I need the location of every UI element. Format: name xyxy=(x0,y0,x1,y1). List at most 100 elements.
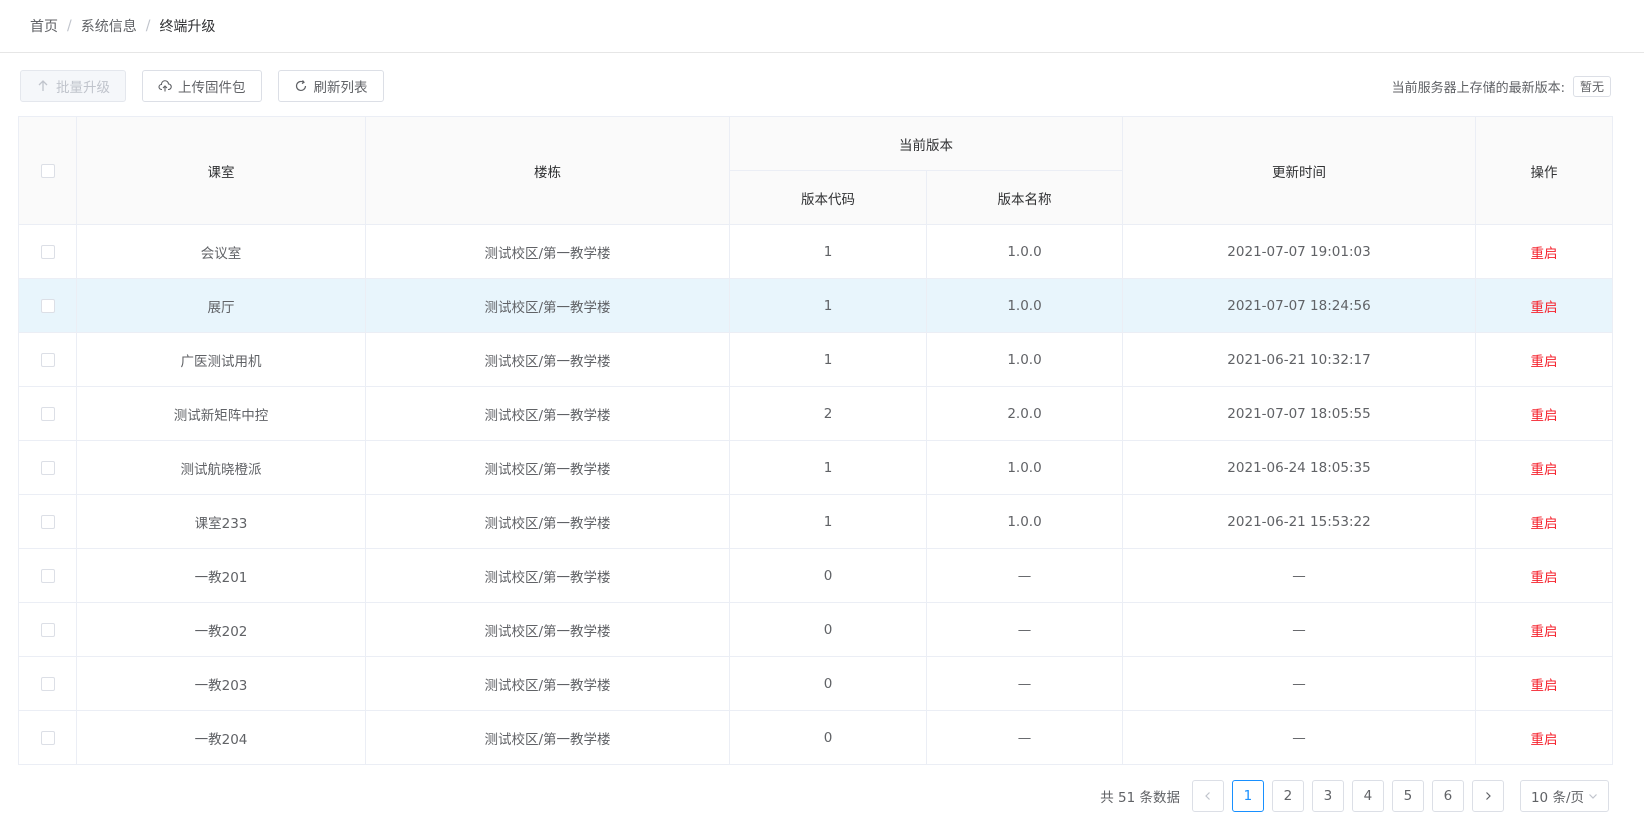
batch-upgrade-button[interactable]: 批量升级 xyxy=(20,70,126,102)
row-select-cell xyxy=(18,224,77,279)
row-select-cell xyxy=(18,656,77,711)
cell-classroom: 一教202 xyxy=(76,602,366,657)
cell-version-code: 0 xyxy=(729,710,927,765)
header-version-name: 版本名称 xyxy=(926,170,1123,225)
cell-classroom: 课室233 xyxy=(76,494,366,549)
next-page-button[interactable] xyxy=(1471,780,1504,812)
server-version-tag: 暂无 xyxy=(1572,76,1611,97)
cell-building: 测试校区/第一教学楼 xyxy=(365,332,730,387)
row-checkbox[interactable] xyxy=(40,568,55,583)
breadcrumb-system-info[interactable]: 系统信息 xyxy=(81,16,137,36)
cell-classroom: 一教204 xyxy=(76,710,366,765)
restart-link[interactable]: 重启 xyxy=(1531,624,1558,640)
cloud-upload-icon xyxy=(158,80,172,92)
row-select-cell xyxy=(18,386,77,441)
actions-cell: 重启 xyxy=(1475,224,1613,279)
page-button-6[interactable]: 6 xyxy=(1431,780,1464,812)
row-checkbox[interactable] xyxy=(40,244,55,259)
cell-building: 测试校区/第一教学楼 xyxy=(365,278,730,333)
cell-classroom: 测试新矩阵中控 xyxy=(76,386,366,441)
cell-building: 测试校区/第一教学楼 xyxy=(365,386,730,441)
actions-cell: 重启 xyxy=(1475,710,1613,765)
cell-version-code: 2 xyxy=(729,386,927,441)
cell-version-name: 1.0.0 xyxy=(926,494,1123,549)
batch-upgrade-label: 批量升级 xyxy=(56,80,110,96)
actions-cell: 重启 xyxy=(1475,278,1613,333)
table-row: 一教202 测试校区/第一教学楼 0 — — 重启 xyxy=(18,602,1613,657)
prev-page-button[interactable] xyxy=(1191,780,1224,812)
cell-building: 测试校区/第一教学楼 xyxy=(365,440,730,495)
header-version-code: 版本代码 xyxy=(729,170,927,225)
row-checkbox[interactable] xyxy=(40,352,55,367)
restart-link[interactable]: 重启 xyxy=(1531,354,1558,370)
row-checkbox[interactable] xyxy=(40,298,55,313)
row-select-cell xyxy=(18,710,77,765)
cell-classroom: 会议室 xyxy=(76,224,366,279)
cell-version-code: 0 xyxy=(729,548,927,603)
breadcrumb-home[interactable]: 首页 xyxy=(30,16,58,36)
server-version-label: 当前服务器上存储的最新版本: xyxy=(1391,81,1565,96)
restart-link[interactable]: 重启 xyxy=(1531,300,1558,316)
header-classroom: 课室 xyxy=(76,116,366,225)
cell-classroom: 展厅 xyxy=(76,278,366,333)
restart-link[interactable]: 重启 xyxy=(1531,246,1558,262)
cell-update-time: 2021-06-24 18:05:35 xyxy=(1122,440,1476,495)
cell-classroom: 一教201 xyxy=(76,548,366,603)
cell-update-time: — xyxy=(1122,548,1476,603)
cell-version-name: — xyxy=(926,656,1123,711)
cell-update-time: 2021-06-21 15:53:22 xyxy=(1122,494,1476,549)
restart-link[interactable]: 重启 xyxy=(1531,408,1558,424)
refresh-list-button[interactable]: 刷新列表 xyxy=(277,70,384,102)
cell-update-time: 2021-07-07 19:01:03 xyxy=(1122,224,1476,279)
upload-firmware-button[interactable]: 上传固件包 xyxy=(142,70,262,102)
page-button-2[interactable]: 2 xyxy=(1271,780,1304,812)
row-select-cell xyxy=(18,494,77,549)
restart-link[interactable]: 重启 xyxy=(1531,462,1558,478)
page-button-5[interactable]: 5 xyxy=(1391,780,1424,812)
row-checkbox[interactable] xyxy=(40,730,55,745)
row-checkbox[interactable] xyxy=(40,406,55,421)
header-building: 楼栋 xyxy=(365,116,730,225)
upgrade-table: 课室 楼栋 当前版本 更新时间 操作 版本代码 版本名称 会议室 测试校区/第一… xyxy=(18,116,1613,765)
pagination-total: 共 51 条数据 xyxy=(1100,790,1180,806)
restart-link[interactable]: 重启 xyxy=(1531,570,1558,586)
page-size-select[interactable]: 10 条/页 xyxy=(1519,780,1609,812)
cell-building: 测试校区/第一教学楼 xyxy=(365,224,730,279)
cell-version-name: 1.0.0 xyxy=(926,440,1123,495)
row-checkbox[interactable] xyxy=(40,514,55,529)
cell-version-code: 1 xyxy=(729,332,927,387)
page-button-1[interactable]: 1 xyxy=(1231,780,1264,812)
server-version-info: 当前服务器上存储的最新版本: 暂无 xyxy=(1392,76,1611,97)
cell-update-time: — xyxy=(1122,656,1476,711)
page-button-4[interactable]: 4 xyxy=(1351,780,1384,812)
arrow-up-icon xyxy=(38,80,48,91)
header-update-time: 更新时间 xyxy=(1122,116,1476,225)
cell-classroom: 一教203 xyxy=(76,656,366,711)
cell-version-name: 2.0.0 xyxy=(926,386,1123,441)
page-button-3[interactable]: 3 xyxy=(1311,780,1344,812)
refresh-icon xyxy=(295,80,306,92)
table-row: 课室233 测试校区/第一教学楼 1 1.0.0 2021-06-21 15:5… xyxy=(18,494,1613,549)
table-row: 测试航晓橙派 测试校区/第一教学楼 1 1.0.0 2021-06-24 18:… xyxy=(18,440,1613,495)
actions-cell: 重启 xyxy=(1475,602,1613,657)
row-checkbox[interactable] xyxy=(40,676,55,691)
cell-classroom: 广医测试用机 xyxy=(76,332,366,387)
table-row: 广医测试用机 测试校区/第一教学楼 1 1.0.0 2021-06-21 10:… xyxy=(18,332,1613,387)
breadcrumb-terminal-upgrade: 终端升级 xyxy=(159,19,216,35)
header-current-version: 当前版本 xyxy=(729,116,1123,171)
restart-link[interactable]: 重启 xyxy=(1531,732,1558,748)
refresh-list-label: 刷新列表 xyxy=(313,80,368,96)
row-checkbox[interactable] xyxy=(40,460,55,475)
restart-link[interactable]: 重启 xyxy=(1531,678,1558,694)
cell-version-name: 1.0.0 xyxy=(926,278,1123,333)
chevron-left-icon xyxy=(1205,792,1210,800)
cell-update-time: 2021-07-07 18:05:55 xyxy=(1122,386,1476,441)
row-checkbox[interactable] xyxy=(40,622,55,637)
restart-link[interactable]: 重启 xyxy=(1531,516,1558,532)
actions-cell: 重启 xyxy=(1475,656,1613,711)
select-all-checkbox[interactable] xyxy=(40,163,55,178)
cell-version-code: 0 xyxy=(729,602,927,657)
header-actions: 操作 xyxy=(1475,116,1613,225)
toolbar: 批量升级 上传固件包 刷新列表 xyxy=(20,70,384,102)
cell-version-code: 1 xyxy=(729,278,927,333)
